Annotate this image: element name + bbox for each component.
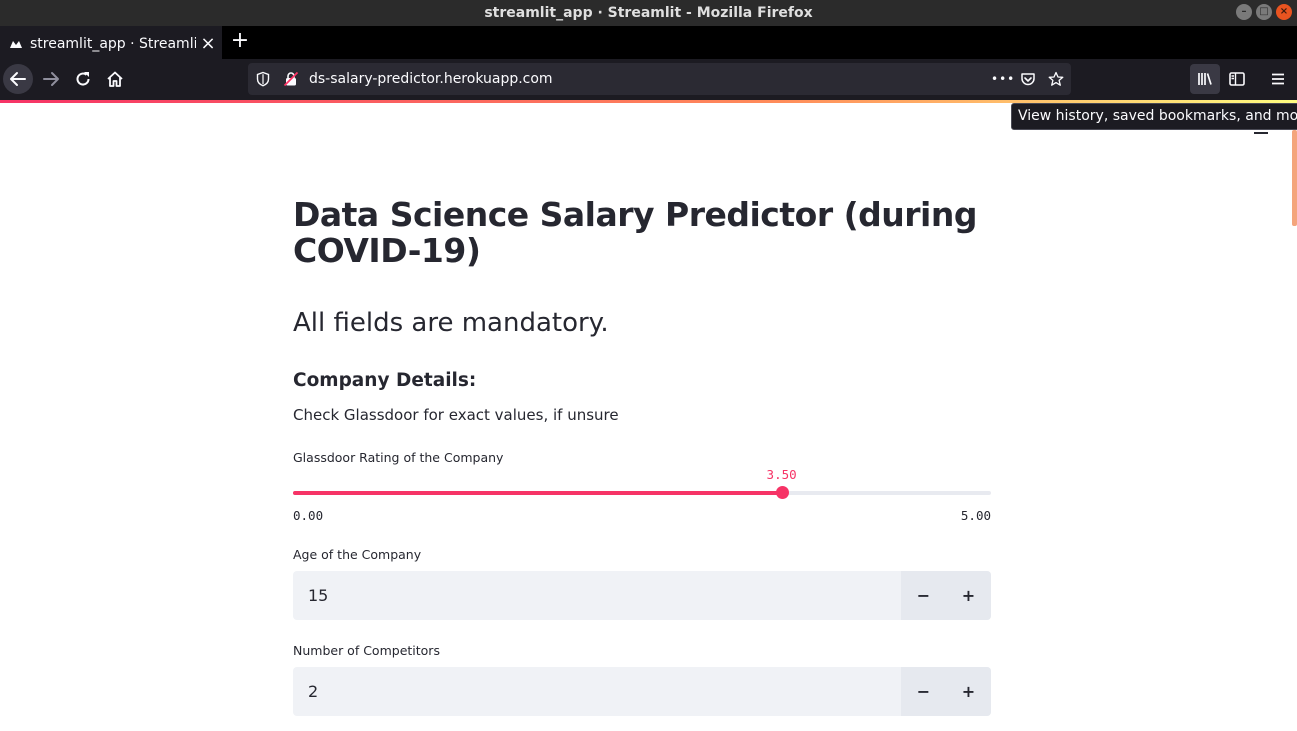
navigation-bar: ds-salary-predictor.herokuapp.com ••• (0, 59, 1297, 100)
age-number-input: 15 − + (293, 571, 991, 620)
rating-slider-thumb[interactable] (775, 486, 789, 499)
pocket-icon[interactable] (1020, 71, 1036, 87)
streamlit-menu-icon[interactable] (1254, 132, 1268, 134)
rating-current-value: 3.50 (766, 467, 797, 482)
page-actions-icon[interactable]: ••• (991, 67, 1014, 86)
back-button[interactable] (3, 64, 33, 94)
age-stepper: − + (901, 571, 991, 620)
window-title: streamlit_app · Streamlit - Mozilla Fire… (484, 5, 813, 21)
page-subtitle: All fields are mandatory. (293, 308, 609, 338)
rating-min-label: 0.00 (293, 508, 324, 523)
tab-streamlit-app[interactable]: streamlit_app · Streamlit × (0, 26, 222, 59)
app-menu-button[interactable] (1263, 64, 1293, 94)
rating-slider-fill (293, 491, 782, 495)
home-button[interactable] (100, 64, 130, 94)
rating-slider[interactable] (293, 486, 991, 499)
hamburger-menu-icon (1272, 73, 1284, 85)
forward-button[interactable] (36, 64, 66, 94)
arrow-right-icon (43, 72, 59, 86)
rating-max-label: 5.00 (960, 508, 991, 523)
age-increment-button[interactable]: + (946, 571, 991, 620)
competitors-increment-button[interactable]: + (946, 667, 991, 716)
sidebar-button[interactable] (1222, 64, 1252, 94)
arrow-left-icon (10, 72, 26, 86)
tab-title: streamlit_app · Streamlit (30, 35, 196, 52)
reload-icon (76, 72, 90, 86)
age-decrement-button[interactable]: − (901, 571, 946, 620)
library-button[interactable] (1190, 64, 1220, 94)
competitors-number-input: 2 − + (293, 667, 991, 716)
close-window-button[interactable]: × (1276, 4, 1292, 20)
insecure-lock-icon[interactable] (283, 71, 299, 87)
competitors-stepper: − + (901, 667, 991, 716)
sidebar-icon (1229, 72, 1245, 86)
competitors-input[interactable]: 2 (308, 667, 318, 716)
competitors-decrement-button[interactable]: − (901, 667, 946, 716)
tab-close-icon[interactable]: × (196, 33, 220, 54)
tab-strip: streamlit_app · Streamlit × + (0, 26, 1297, 59)
rating-label: Glassdoor Rating of the Company (293, 450, 504, 465)
library-tooltip: View history, saved bookmarks, and more (1011, 103, 1297, 130)
home-icon (107, 71, 123, 87)
streamlit-favicon-icon (10, 39, 22, 49)
maximize-button[interactable]: □ (1256, 4, 1272, 20)
url-bar[interactable]: ds-salary-predictor.herokuapp.com ••• (248, 63, 1071, 95)
competitors-label: Number of Competitors (293, 643, 440, 658)
window-title-bar: streamlit_app · Streamlit - Mozilla Fire… (0, 0, 1297, 26)
page-title: Data Science Salary Predictor (during CO… (293, 195, 977, 270)
window-controls: – □ × (1236, 4, 1292, 20)
tracking-shield-icon[interactable] (255, 71, 271, 87)
age-input[interactable]: 15 (308, 571, 328, 620)
bookmark-star-icon[interactable] (1048, 71, 1064, 87)
section-note: Check Glassdoor for exact values, if uns… (293, 406, 619, 424)
age-label: Age of the Company (293, 547, 422, 562)
reload-button[interactable] (68, 64, 98, 94)
library-icon (1198, 73, 1212, 85)
section-heading: Company Details: (293, 370, 477, 391)
url-text: ds-salary-predictor.herokuapp.com (309, 71, 553, 87)
new-tab-button[interactable]: + (228, 30, 252, 54)
scrollbar-thumb[interactable] (1292, 130, 1297, 226)
minimize-button[interactable]: – (1236, 4, 1252, 20)
